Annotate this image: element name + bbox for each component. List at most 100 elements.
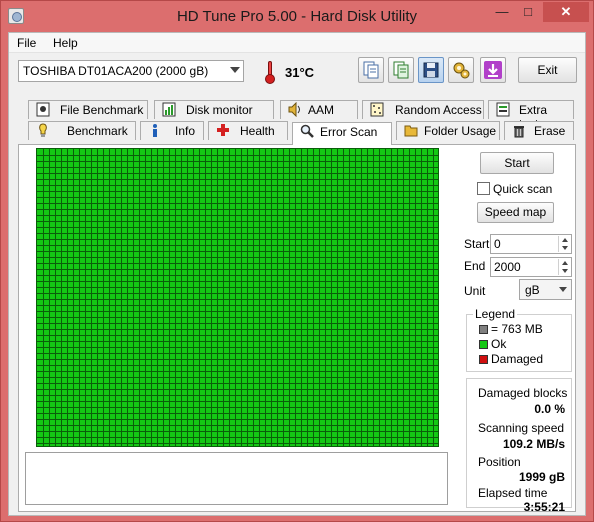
end-value: 2000 [494,260,521,274]
exit-button[interactable]: Exit [518,57,577,83]
floppy-disk-icon [423,62,439,78]
menu-bar: File Help [9,33,585,53]
copy-green-icon [393,61,409,79]
benchmark-icon [39,123,47,137]
thermometer-icon [261,60,279,84]
folder-icon [404,125,418,137]
tab-error-scan[interactable]: Error Scan [292,122,392,145]
scan-statistics: Damaged blocks 0.0 % Scanning speed 109.… [466,378,572,514]
spin-down-icon[interactable] [558,244,570,252]
menu-file[interactable]: File [17,36,36,50]
start-value: 0 [494,237,501,251]
start-scan-button[interactable]: Start [480,152,554,174]
tab-label: Random Access [395,103,482,117]
damaged-blocks-value: 0.0 % [534,402,565,416]
tab-erase[interactable]: Erase [504,121,574,140]
gears-icon [453,62,470,79]
tab-label: Health [240,124,275,138]
tab-panel: File Benchmark Disk monitor AAM Random A… [18,100,576,514]
legend-swatch-red [479,355,488,364]
speed-map-button[interactable]: Speed map [477,202,554,223]
scanning-speed-value: 109.2 MB/s [502,437,565,451]
drive-select-value: TOSHIBA DT01ACA200 (2000 gB) [23,64,209,78]
legend-label: Ok [491,337,507,351]
tab-disk-monitor[interactable]: Disk monitor [154,100,274,119]
scan-block-map [36,148,439,447]
chevron-down-icon [559,287,567,292]
start-label: Start [464,237,490,251]
minimize-button[interactable]: — [489,2,515,22]
tab-aam[interactable]: AAM [280,100,358,119]
legend-item-block-size: = 763 MB [479,322,543,336]
chevron-down-icon [230,67,240,73]
unit-label: Unit [464,284,486,298]
legend-title: Legend [473,307,518,321]
magnifier-icon [300,124,314,138]
error-scan-panel: Start Quick scan Speed map Start 0 End 2… [18,144,576,514]
trash-icon [514,126,524,138]
legend-label: = 763 MB [491,322,543,336]
title-bar[interactable]: HD Tune Pro 5.00 - Hard Disk Utility — □… [1,1,593,32]
elapsed-time-value: 3:55:21 [523,500,565,514]
scan-log[interactable] [25,452,448,505]
tab-info[interactable]: Info [140,121,204,140]
copy-icon [363,61,379,79]
damaged-blocks-label: Damaged blocks [478,386,568,400]
copy-info-button[interactable] [358,57,384,83]
health-icon [217,124,229,136]
tab-label: Folder Usage [424,124,497,138]
tab-file-benchmark[interactable]: File Benchmark [28,100,148,119]
save-button[interactable] [418,57,444,83]
maximize-button[interactable]: □ [515,2,541,22]
tab-label: Erase [534,124,566,138]
quick-scan-checkbox[interactable] [477,182,490,195]
disk-monitor-icon [162,102,176,117]
menu-help[interactable]: Help [53,36,78,50]
tab-extra-tests[interactable]: Extra tests [488,100,574,131]
unit-select[interactable]: gB [519,279,572,300]
legend-swatch-gray [479,325,488,334]
app-window: HD Tune Pro 5.00 - Hard Disk Utility — □… [0,0,594,522]
legend: Legend = 763 MB Ok Damaged [466,307,572,372]
end-spinbox[interactable]: 2000 [490,257,572,277]
close-button[interactable]: ✕ [543,2,589,22]
tab-random-access[interactable]: Random Access [362,100,484,119]
start-spinbox[interactable]: 0 [490,234,572,254]
unit-value: gB [525,283,540,297]
tab-label: Disk monitor [186,103,253,117]
legend-item-ok: Ok [479,337,506,351]
spin-up-icon[interactable] [558,236,570,244]
toolbar: TOSHIBA DT01ACA200 (2000 gB) 31°C Exit [9,54,585,94]
tab-health[interactable]: Health [208,121,288,140]
tab-folder-usage[interactable]: Folder Usage [396,121,500,140]
tab-label: Error Scan [320,125,378,139]
download-button[interactable] [480,57,506,83]
tab-label: AAM [308,103,335,117]
scanning-speed-label: Scanning speed [478,421,565,435]
spin-up-icon[interactable] [558,259,570,267]
tab-benchmark[interactable]: Benchmark [28,121,136,140]
client-area: File Help TOSHIBA DT01ACA200 (2000 gB) 3… [8,32,586,516]
elapsed-time-label: Elapsed time [478,486,548,500]
tab-label: Info [175,124,196,138]
options-button[interactable] [448,57,474,83]
tab-label: File Benchmark [60,103,144,117]
speaker-icon [288,102,300,117]
temperature-readout: 31°C [285,65,315,80]
info-icon [153,124,157,137]
random-access-icon [370,102,384,117]
spin-down-icon[interactable] [558,267,570,275]
drive-select[interactable]: TOSHIBA DT01ACA200 (2000 gB) [18,60,244,82]
legend-swatch-green [479,340,488,349]
extra-tests-icon [496,102,510,117]
copy-all-button[interactable] [388,57,414,83]
tab-label: Benchmark [67,124,128,138]
file-benchmark-icon [36,102,50,117]
position-value: 1999 gB [518,470,565,484]
download-arrow-icon [484,61,502,79]
legend-label: Damaged [491,352,544,366]
quick-scan-label: Quick scan [493,182,553,196]
position-label: Position [478,455,521,469]
end-label: End [464,259,486,273]
legend-item-damaged: Damaged [479,352,543,366]
